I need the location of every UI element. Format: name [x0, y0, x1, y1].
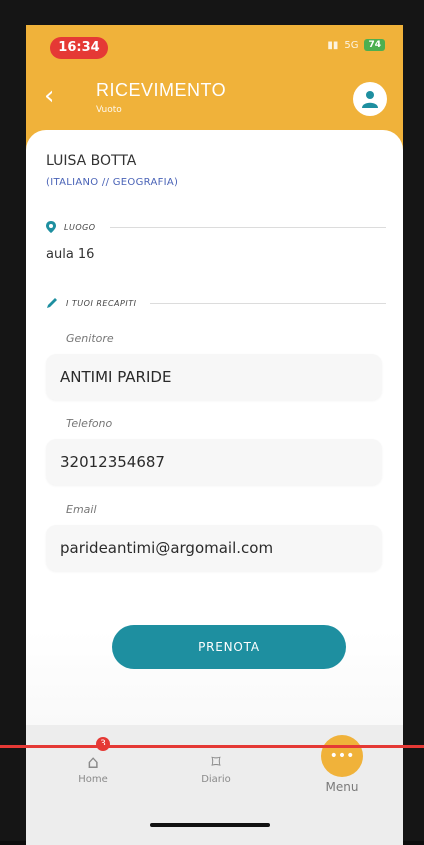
tab-home-label: Home	[78, 774, 108, 785]
prenota-button[interactable]: PRENOTA	[112, 625, 346, 669]
menu-icon[interactable]: •••	[321, 735, 363, 777]
luogo-label: LUOGO	[64, 222, 96, 232]
luogo-section-header: LUOGO	[46, 221, 386, 233]
phone-frame: 16:34 ▮▮ 5G 74 ‹ RICEVIMENTO Vuoto LUISA…	[0, 0, 424, 845]
divider	[109, 226, 386, 228]
page-subtitle: Vuoto	[96, 105, 122, 115]
status-time: 16:34	[50, 37, 108, 59]
home-indicator	[150, 823, 270, 827]
genitore-field[interactable]: ANTIMI PARIDE	[46, 354, 382, 400]
signal-icon: ▮▮	[327, 39, 339, 51]
battery-badge: 74	[364, 39, 385, 51]
tab-menu[interactable]: Menu	[312, 780, 372, 794]
teacher-name: LUISA BOTTA	[46, 153, 137, 169]
pencil-icon	[47, 298, 57, 308]
home-icon: ⌂	[87, 752, 99, 773]
recapiti-section-header: I TUOI RECAPITI	[46, 297, 386, 309]
user-icon	[362, 91, 378, 108]
back-icon[interactable]: ‹	[44, 83, 54, 109]
luogo-value: aula 16	[46, 247, 95, 262]
teacher-subject: (ITALIANO // GEOGRAFIA)	[46, 177, 179, 188]
telefono-label: Telefono	[66, 417, 113, 430]
email-field[interactable]: parideantimi@argomail.com	[46, 525, 382, 571]
tab-diario[interactable]: ⌑ Diario	[186, 752, 246, 785]
app-screen: 16:34 ▮▮ 5G 74 ‹ RICEVIMENTO Vuoto LUISA…	[26, 25, 403, 845]
notification-badge: 3	[96, 737, 110, 751]
tab-menu-label: Menu	[325, 780, 359, 794]
divider	[150, 302, 386, 304]
tab-diario-label: Diario	[201, 774, 231, 785]
location-pin-icon	[46, 221, 56, 233]
red-annotation-line	[0, 745, 424, 748]
bookmark-icon: ⌑	[211, 752, 221, 773]
profile-avatar[interactable]	[353, 82, 387, 116]
recapiti-label: I TUOI RECAPITI	[66, 298, 137, 308]
tab-home[interactable]: ⌂ Home	[68, 752, 118, 785]
network-label: 5G	[344, 39, 359, 51]
genitore-label: Genitore	[66, 332, 114, 345]
page-title: RICEVIMENTO	[96, 80, 227, 100]
telefono-field[interactable]: 32012354687	[46, 439, 382, 485]
email-label: Email	[66, 503, 97, 516]
status-icons: ▮▮ 5G 74	[327, 39, 385, 51]
